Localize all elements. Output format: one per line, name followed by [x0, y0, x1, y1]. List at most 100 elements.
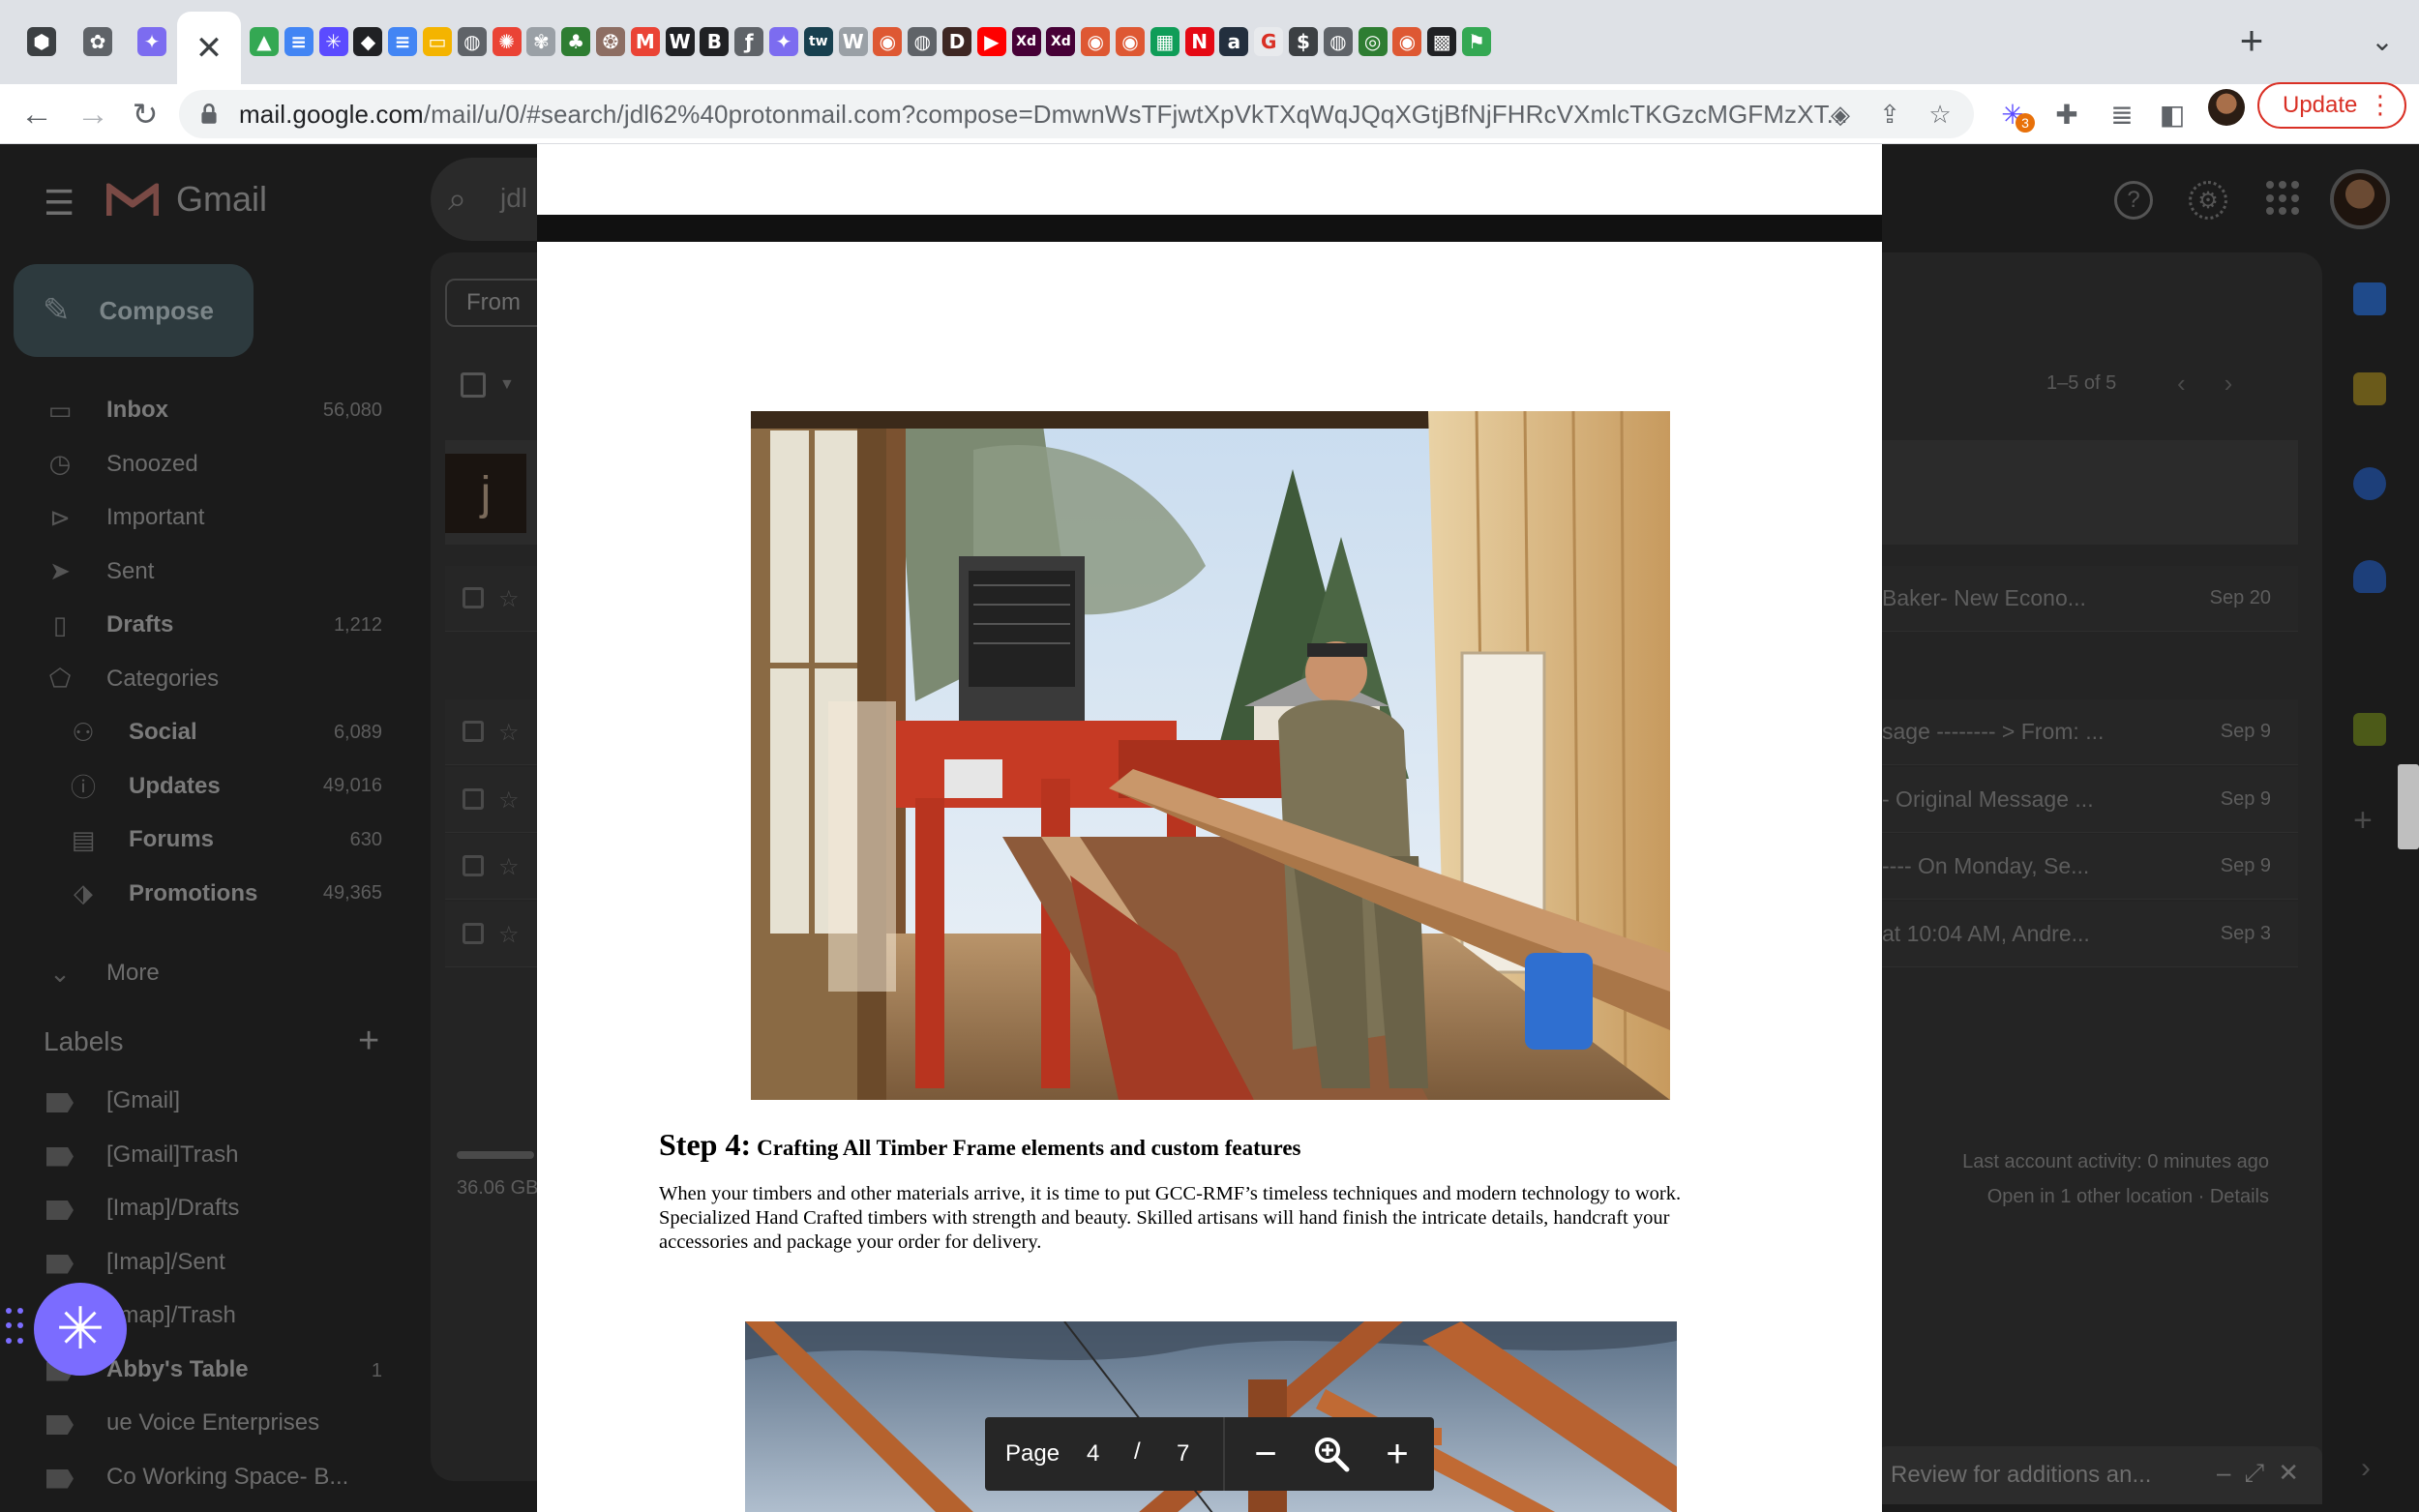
mail-date: Sep 3 — [2220, 923, 2271, 944]
bookmark-star-icon[interactable]: ☆ — [1926, 100, 1955, 129]
star-icon[interactable]: ☆ — [498, 786, 520, 815]
asana-floating-button[interactable]: ✳ — [34, 1283, 127, 1376]
google-apps-icon[interactable] — [2266, 181, 2301, 216]
page-separator: / — [1134, 1438, 1141, 1465]
nav-item-inbox[interactable]: ▭ Inbox 56,080 — [0, 385, 416, 435]
label-name: ue Voice Enterprises — [106, 1409, 320, 1436]
address-bar[interactable]: mail.google.com/mail/u/0/#search/jdl62%4… — [179, 90, 1974, 138]
arrow-left-icon: ← — [20, 95, 53, 133]
keep-icon[interactable] — [2353, 372, 2386, 405]
side-panel-icon[interactable]: ◧ — [2155, 97, 2190, 132]
back-button[interactable]: ← — [15, 92, 59, 136]
update-button[interactable]: Update ⋮ — [2257, 82, 2406, 129]
nav-item-sent[interactable]: ➤ Sent — [0, 547, 416, 597]
update-label: Update — [2283, 92, 2358, 118]
help-icon[interactable]: ? — [2114, 181, 2153, 220]
flag-icon: ⚑ — [1462, 27, 1491, 56]
media-queue-icon[interactable]: ≣ — [2105, 97, 2139, 132]
lock-icon[interactable] — [196, 102, 222, 127]
star-icon[interactable]: ☆ — [498, 719, 520, 747]
hide-side-panel-icon[interactable]: › — [2361, 1452, 2371, 1485]
step-title: Crafting All Timber Frame elements and c… — [757, 1136, 1301, 1160]
category-social[interactable]: ⚇ Social 6,089 — [0, 707, 416, 757]
label-item[interactable]: Co Working Space- B... — [0, 1454, 416, 1504]
row-checkbox[interactable] — [463, 923, 484, 944]
gmail-logo-icon — [106, 183, 159, 216]
url-text[interactable]: mail.google.com/mail/u/0/#search/jdl62%4… — [239, 100, 1848, 130]
contacts-icon[interactable] — [2353, 560, 2386, 593]
search-query[interactable]: jdl — [500, 183, 527, 214]
label-item[interactable]: [Imap]/Drafts — [0, 1185, 416, 1235]
reload-button[interactable]: ↻ — [123, 92, 167, 136]
category-updates[interactable]: ⓘ Updates 49,016 — [0, 761, 416, 812]
nav-item-important[interactable]: ⊳ Important — [0, 492, 416, 543]
send-icon: ➤ — [49, 556, 71, 585]
tasks-icon[interactable] — [2353, 467, 2386, 500]
nav-item-categories[interactable]: ⬠ Categories — [0, 654, 416, 704]
account-avatar[interactable] — [2330, 169, 2390, 229]
mail-snippet: Baker- New Econo... — [1882, 585, 2086, 610]
url-host: mail.google.com — [239, 100, 424, 129]
star-icon[interactable]: ☆ — [498, 921, 520, 949]
row-checkbox[interactable] — [463, 587, 484, 608]
draft-window-controls[interactable]: –⤢✕ — [2217, 1458, 2313, 1489]
page-number-input[interactable]: 4 — [1087, 1440, 1099, 1468]
compose-label: Compose — [99, 295, 214, 325]
row-checkbox[interactable] — [463, 721, 484, 742]
nav-item-label: More — [106, 960, 160, 986]
tab-search-button[interactable]: ⌄ — [2361, 19, 2404, 62]
browser-tab[interactable]: ✦ — [128, 16, 176, 67]
mail-date: Sep 9 — [2220, 855, 2271, 876]
row-checkbox[interactable] — [463, 788, 484, 810]
more-vert-icon[interactable]: ⋮ — [2368, 90, 2393, 120]
nav-item-snoozed[interactable]: ◷ Snoozed — [0, 439, 416, 489]
browser-tab[interactable]: ✿ — [74, 16, 122, 67]
nav-item-drafts[interactable]: ▯ Drafts 1,212 — [0, 600, 416, 650]
browser-tab[interactable]: ⚑ — [1452, 16, 1501, 67]
search-icon[interactable]: ⌕ — [448, 181, 466, 219]
page-label: Page — [1005, 1440, 1060, 1467]
close-tab-icon[interactable]: ✕ — [195, 29, 224, 68]
share-icon[interactable]: ⇪ — [1875, 100, 1904, 129]
star-icon[interactable]: ☆ — [498, 585, 520, 613]
profile-avatar[interactable] — [2208, 89, 2245, 126]
zoom-magnifier-icon[interactable] — [1310, 1433, 1353, 1475]
add-label-icon[interactable]: + — [358, 1021, 379, 1062]
activity-details-link[interactable]: Open in 1 other location · Details — [1940, 1179, 2269, 1214]
nav-item-more[interactable]: ⌄ More — [0, 948, 416, 998]
draft-minimized-window[interactable]: Review for additions an... –⤢✕ — [1877, 1446, 2322, 1504]
star-icon[interactable]: ☆ — [498, 853, 520, 881]
select-menu-caret-icon[interactable]: ▼ — [499, 376, 515, 394]
draft-icon: ▯ — [52, 609, 68, 639]
zoom-in-button[interactable]: + — [1376, 1433, 1419, 1475]
category-forums[interactable]: ▤ Forums 630 — [0, 815, 416, 865]
row-checkbox[interactable] — [463, 855, 484, 876]
browser-tab[interactable]: ⬢ — [17, 16, 66, 67]
category-count: 630 — [349, 828, 382, 850]
label-item[interactable]: [Gmail]Trash — [0, 1132, 416, 1182]
category-promotions[interactable]: ⬗ Promotions 49,365 — [0, 869, 416, 919]
new-tab-button[interactable]: + — [2230, 17, 2273, 63]
label-item[interactable]: [Gmail] — [0, 1078, 416, 1128]
extension-diamond-icon[interactable]: ◈ — [1826, 100, 1855, 129]
pagination-arrows[interactable]: ‹› — [2177, 369, 2271, 399]
compose-button[interactable]: ✎ Compose — [14, 264, 254, 357]
forward-button[interactable]: → — [71, 92, 115, 136]
from-filter-chip[interactable]: From — [445, 279, 547, 327]
category-label: Forums — [129, 826, 215, 852]
active-tab[interactable]: ✕ — [177, 12, 241, 84]
select-all-checkbox[interactable] — [461, 372, 486, 398]
download-extension-icon[interactable] — [2353, 713, 2386, 746]
drag-handle-icon[interactable] — [6, 1308, 23, 1347]
label-item[interactable]: [Imap]/Sent — [0, 1239, 416, 1290]
settings-gear-icon[interactable]: ⚙ — [2189, 181, 2227, 220]
main-menu-icon[interactable]: ☰ — [44, 183, 75, 223]
extensions-puzzle-icon[interactable]: ✚ — [2049, 97, 2084, 132]
add-addon-icon[interactable]: + — [2353, 802, 2373, 840]
category-count: 6,089 — [333, 721, 382, 743]
zoom-out-button[interactable]: − — [1244, 1433, 1287, 1475]
browser-tab-strip: ⬢ ✿ ✦ ▲ ≡ ✳ ◆ ≡ ▭ ◍ ✺ ✾ ♣ ❂ M W Bƒ ✦ tw W ◉ ◍ D ▶ Xd Xd ◉ ◉ ▦ Na G $ ◍ ◎ ◉… — [0, 0, 2419, 84]
calendar-icon[interactable] — [2353, 282, 2386, 315]
label-item[interactable]: ue Voice Enterprises — [0, 1400, 416, 1450]
scrollbar-thumb[interactable] — [2398, 764, 2419, 849]
